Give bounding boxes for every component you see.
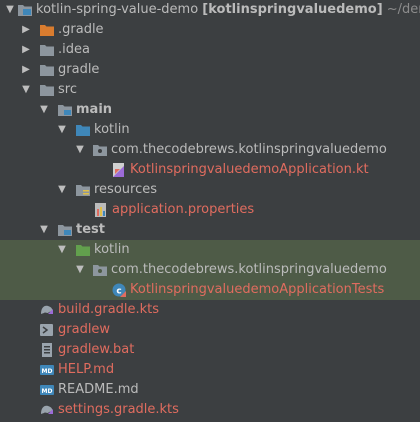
folder-icon bbox=[76, 123, 90, 137]
tree-row-src[interactable]: ▼ src bbox=[0, 80, 420, 100]
test-kotlin-label: kotlin bbox=[94, 242, 130, 257]
tree-row-test-file[interactable]: c KotlinspringvaluedemoApplicationTests bbox=[0, 280, 420, 300]
tree-row-main[interactable]: ▼ main bbox=[0, 100, 420, 120]
svg-text:MD: MD bbox=[42, 388, 53, 395]
tree-row-test[interactable]: ▼ test bbox=[0, 220, 420, 240]
folder-icon bbox=[40, 23, 54, 37]
properties-file-icon bbox=[94, 203, 108, 217]
chevron-down-icon[interactable]: ▼ bbox=[56, 240, 68, 260]
idea-dir-label: .idea bbox=[58, 42, 90, 57]
chevron-down-icon[interactable]: ▼ bbox=[38, 100, 50, 120]
module-folder-icon bbox=[18, 3, 32, 17]
svg-text:MD: MD bbox=[42, 368, 53, 375]
kotlin-file-icon bbox=[112, 163, 126, 177]
module-folder-icon bbox=[58, 103, 72, 117]
tree-row-gradle-folder[interactable]: ▶ gradle bbox=[0, 60, 420, 80]
shell-script-icon bbox=[40, 323, 54, 337]
gradlew-label: gradlew bbox=[58, 322, 111, 337]
settings-gradle-label: settings.gradle.kts bbox=[58, 402, 179, 417]
chevron-down-icon[interactable]: ▼ bbox=[56, 180, 68, 200]
tree-row-application-properties[interactable]: application.properties bbox=[0, 200, 420, 220]
tree-row-idea-dir[interactable]: ▶ .idea bbox=[0, 40, 420, 60]
svg-text:c: c bbox=[116, 287, 121, 297]
src-label: src bbox=[58, 82, 77, 97]
test-label: test bbox=[76, 222, 105, 237]
gradle-script-icon bbox=[40, 303, 54, 317]
tree-row-help-md[interactable]: MD HELP.md bbox=[0, 360, 420, 380]
markdown-file-icon: MD bbox=[40, 363, 54, 377]
project-name: kotlin-spring-value-demo bbox=[36, 2, 199, 17]
package-icon bbox=[93, 143, 107, 157]
main-package-label: com.thecodebrews.kotlinspringvaluedemo bbox=[111, 142, 387, 157]
project-tree: ▼ kotlin-spring-value-demo [kotlinspring… bbox=[0, 0, 420, 422]
chevron-down-icon[interactable]: ▼ bbox=[38, 220, 50, 240]
gradle-dir-label: .gradle bbox=[58, 22, 104, 37]
package-icon bbox=[93, 263, 107, 277]
folder-icon bbox=[76, 243, 90, 257]
test-file-label: KotlinspringvaluedemoApplicationTests bbox=[130, 282, 385, 297]
tree-row-main-app-file[interactable]: KotlinspringvaluedemoApplication.kt bbox=[0, 160, 420, 180]
folder-icon bbox=[40, 63, 54, 77]
gradle-folder-label: gradle bbox=[58, 62, 100, 77]
tree-row-settings-gradle[interactable]: settings.gradle.kts bbox=[0, 400, 420, 420]
tree-row-main-kotlin[interactable]: ▼ kotlin bbox=[0, 120, 420, 140]
chevron-right-icon[interactable]: ▶ bbox=[20, 40, 32, 60]
main-kotlin-label: kotlin bbox=[94, 122, 130, 137]
chevron-down-icon[interactable]: ▼ bbox=[74, 140, 86, 160]
test-package-label: com.thecodebrews.kotlinspringvaluedemo bbox=[111, 262, 387, 277]
folder-icon bbox=[40, 83, 54, 97]
tree-row-test-package[interactable]: ▼ com.thecodebrews.kotlinspringvaluedemo bbox=[0, 260, 420, 280]
chevron-down-icon[interactable]: ▼ bbox=[20, 80, 32, 100]
batch-file-icon bbox=[40, 343, 54, 357]
tree-row-gradlew-bat[interactable]: gradlew.bat bbox=[0, 340, 420, 360]
application-properties-label: application.properties bbox=[112, 202, 255, 217]
tree-row-readme-md[interactable]: MD README.md bbox=[0, 380, 420, 400]
build-gradle-label: build.gradle.kts bbox=[58, 302, 160, 317]
resources-label: resources bbox=[94, 182, 158, 197]
help-md-label: HELP.md bbox=[58, 362, 115, 377]
tree-row-gradlew[interactable]: gradlew bbox=[0, 320, 420, 340]
folder-icon bbox=[76, 183, 90, 197]
chevron-right-icon[interactable]: ▶ bbox=[20, 60, 32, 80]
module-name: [kotlinspringvaluedemo] bbox=[202, 2, 383, 17]
chevron-down-icon[interactable]: ▼ bbox=[56, 120, 68, 140]
project-path: ~/demo/k bbox=[386, 2, 420, 17]
tree-row-resources[interactable]: ▼ resources bbox=[0, 180, 420, 200]
chevron-down-icon[interactable]: ▼ bbox=[74, 260, 86, 280]
gradlew-bat-label: gradlew.bat bbox=[58, 342, 135, 357]
chevron-down-icon[interactable]: ▼ bbox=[4, 0, 16, 20]
main-app-file-label: KotlinspringvaluedemoApplication.kt bbox=[130, 162, 369, 177]
markdown-file-icon: MD bbox=[40, 383, 54, 397]
tree-row-project-root[interactable]: ▼ kotlin-spring-value-demo [kotlinspring… bbox=[0, 0, 420, 20]
module-folder-icon bbox=[58, 223, 72, 237]
gradle-script-icon bbox=[40, 403, 54, 417]
folder-icon bbox=[40, 43, 54, 57]
project-root-label: kotlin-spring-value-demo [kotlinspringva… bbox=[36, 0, 420, 20]
main-label: main bbox=[76, 102, 113, 117]
readme-md-label: README.md bbox=[58, 382, 139, 397]
tree-row-gradle-dir[interactable]: ▶ .gradle bbox=[0, 20, 420, 40]
tree-row-test-kotlin[interactable]: ▼ kotlin bbox=[0, 240, 420, 260]
tree-row-build-gradle[interactable]: build.gradle.kts bbox=[0, 300, 420, 320]
tree-row-main-package[interactable]: ▼ com.thecodebrews.kotlinspringvaluedemo bbox=[0, 140, 420, 160]
kotlin-file-icon: c bbox=[112, 283, 126, 297]
chevron-right-icon[interactable]: ▶ bbox=[20, 20, 32, 40]
